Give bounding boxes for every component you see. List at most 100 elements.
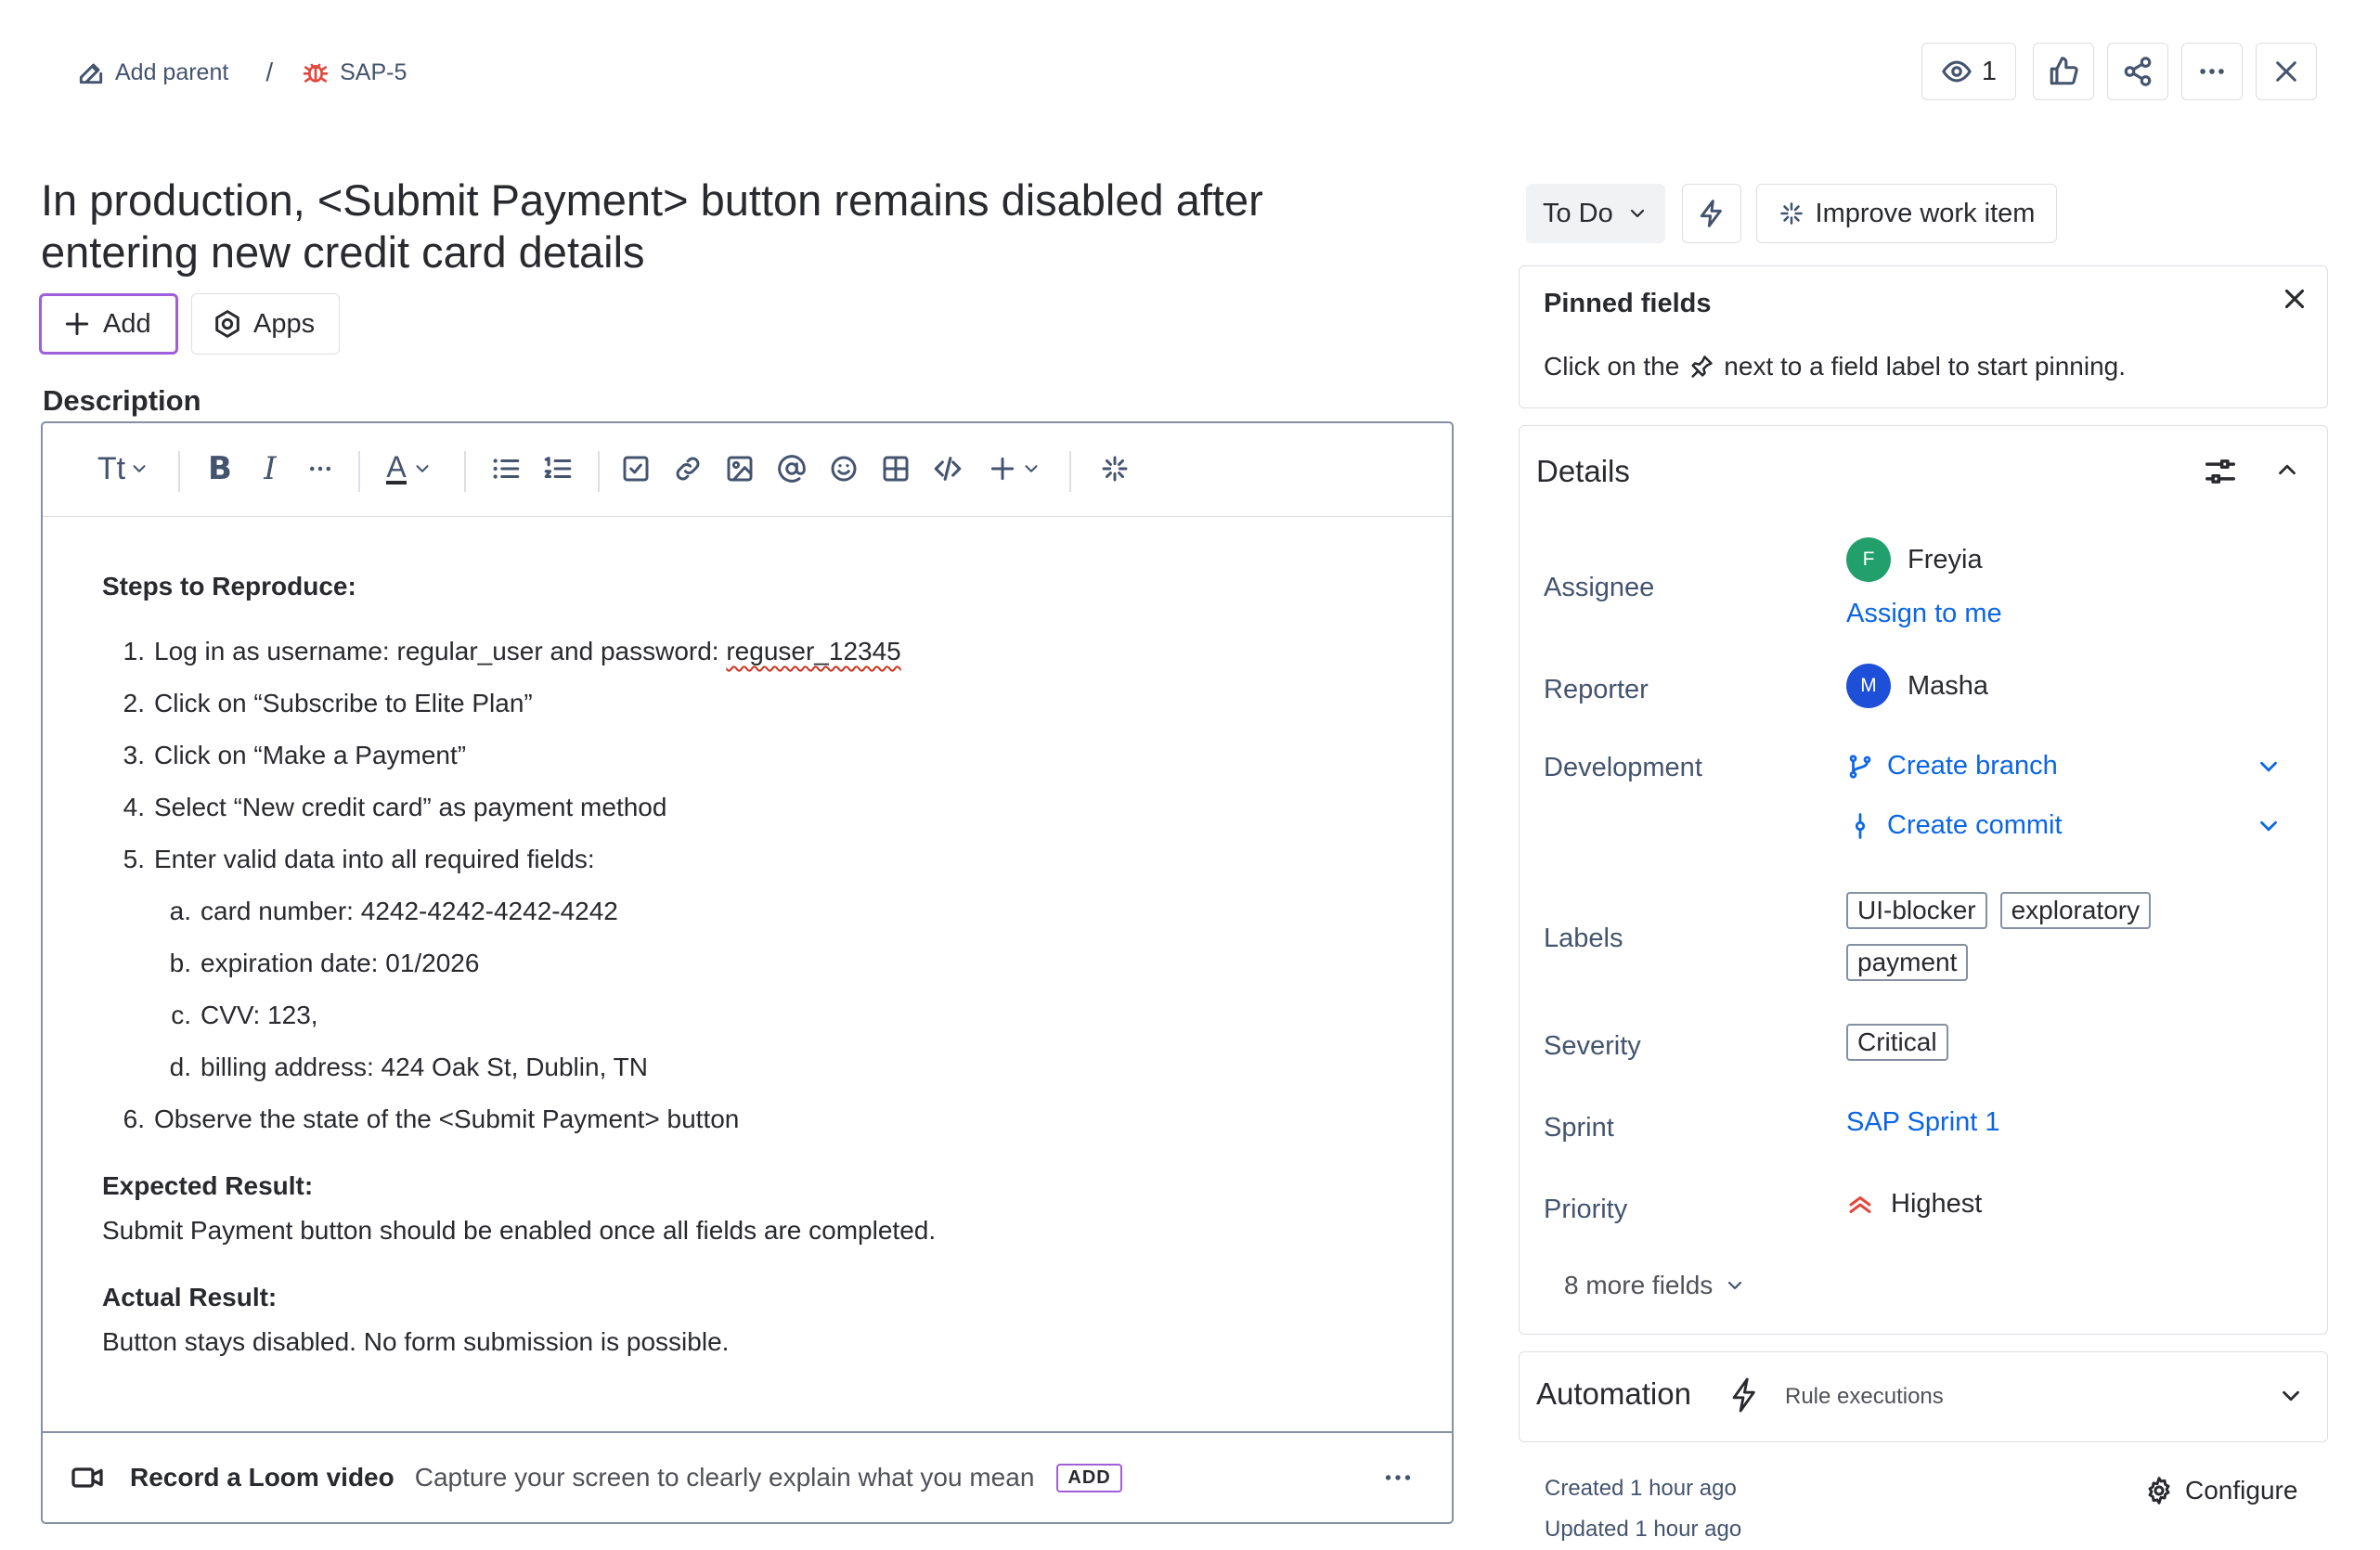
- improve-work-item-button[interactable]: Improve work item: [1756, 184, 2057, 243]
- configure-label: Configure: [2185, 1476, 2298, 1505]
- chevron-down-icon: [2255, 753, 2283, 781]
- watchers-button[interactable]: 1: [1921, 43, 2016, 100]
- loom-subtitle: Capture your screen to clearly explain w…: [414, 1463, 1035, 1492]
- apps-button-label: Apps: [253, 308, 316, 339]
- issue-key-link[interactable]: SAP-5: [301, 58, 407, 87]
- steps-heading: Steps to Reproduce:: [102, 572, 356, 601]
- automation-title: Automation: [1536, 1376, 1691, 1411]
- labels-value[interactable]: UI-blocker exploratory: [1846, 892, 2152, 929]
- branch-chevron[interactable]: [2255, 753, 2283, 781]
- more-fields-label: 8 more fields: [1564, 1271, 1714, 1299]
- avatar: F: [1846, 537, 1891, 582]
- priority-value[interactable]: Highest: [1846, 1189, 1982, 1220]
- chevron-down-icon: [1724, 1274, 1746, 1297]
- loom-add-badge[interactable]: ADD: [1056, 1463, 1122, 1492]
- reporter-label: Reporter: [1544, 675, 1649, 704]
- code-button[interactable]: [926, 447, 969, 490]
- issue-title[interactable]: In production, <Submit Payment> button r…: [41, 174, 1359, 278]
- plus-icon: [62, 309, 92, 339]
- code-icon: [932, 453, 964, 484]
- add-parent-link[interactable]: Add parent: [76, 58, 228, 87]
- action-item-button[interactable]: [614, 447, 657, 490]
- reporter-name: Masha: [1908, 670, 1989, 701]
- bold-button[interactable]: B: [199, 447, 241, 490]
- assignee-value[interactable]: F Freyia: [1846, 537, 1983, 582]
- ai-button[interactable]: [1093, 447, 1136, 490]
- chevron-down-icon: [2255, 812, 2283, 840]
- numbered-list-button[interactable]: [537, 447, 579, 490]
- image-button[interactable]: [718, 447, 761, 490]
- ellipsis-icon: [2196, 56, 2228, 87]
- collapse-details-button[interactable]: [2273, 456, 2301, 484]
- eye-icon: [1941, 56, 1973, 87]
- edit-icon: [76, 58, 106, 87]
- chevron-down-icon: [412, 459, 433, 479]
- close-button[interactable]: [2256, 43, 2317, 100]
- text-color-dropdown[interactable]: A: [377, 447, 442, 490]
- link-icon: [673, 454, 703, 484]
- status-dropdown[interactable]: To Do: [1526, 184, 1665, 243]
- improve-label: Improve work item: [1815, 198, 2036, 228]
- more-actions-button[interactable]: [2181, 43, 2243, 100]
- assign-to-me-link[interactable]: Assign to me: [1846, 599, 2002, 629]
- pinned-hint: Click on the next to a field label to st…: [1544, 352, 2127, 381]
- close-pinned-button[interactable]: [2279, 283, 2310, 315]
- chevron-down-icon: [1626, 202, 1649, 225]
- expand-automation-button[interactable]: [2277, 1382, 2305, 1410]
- like-button[interactable]: [2033, 43, 2094, 100]
- bold-icon: B: [208, 450, 232, 487]
- development-label: Development: [1544, 753, 1702, 782]
- numbered-list-icon: [542, 453, 574, 484]
- configure-fields-button[interactable]: [2203, 454, 2238, 489]
- add-parent-label: Add parent: [115, 58, 229, 85]
- add-button[interactable]: Add: [39, 293, 178, 355]
- more-fields-button[interactable]: 8 more fields: [1564, 1271, 1746, 1300]
- priority-highest-icon: [1846, 1191, 1874, 1219]
- apps-icon: [213, 309, 242, 339]
- label-tag[interactable]: UI-blocker: [1846, 892, 1987, 929]
- loom-more-icon[interactable]: [1381, 1461, 1415, 1494]
- more-formatting-button[interactable]: [299, 447, 342, 490]
- label-tag[interactable]: exploratory: [1999, 892, 2152, 929]
- plus-icon: [988, 454, 1017, 484]
- insert-dropdown[interactable]: [982, 447, 1047, 490]
- automation-panel[interactable]: Automation Rule executions: [1519, 1351, 2328, 1442]
- text-style-dropdown[interactable]: Tt: [91, 447, 156, 490]
- italic-button[interactable]: I: [249, 447, 291, 490]
- thumbs-up-icon: [2048, 56, 2079, 87]
- lightning-icon: [1697, 199, 1727, 228]
- create-commit-link[interactable]: Create commit: [1846, 810, 2063, 841]
- commit-chevron[interactable]: [2255, 812, 2283, 840]
- description-editor[interactable]: Tt B I A Steps to Reproduce: 1. Log in a…: [41, 421, 1454, 1524]
- apps-button[interactable]: Apps: [191, 293, 340, 355]
- labels-value-row2[interactable]: payment: [1846, 944, 1969, 981]
- mention-button[interactable]: [770, 447, 813, 490]
- label-tag[interactable]: payment: [1846, 944, 1969, 981]
- severity-value[interactable]: Critical: [1846, 1024, 1948, 1061]
- add-button-label: Add: [103, 308, 151, 339]
- reporter-value[interactable]: M Masha: [1846, 664, 1988, 708]
- table-button[interactable]: [874, 447, 917, 490]
- branch-icon: [1846, 753, 1874, 781]
- create-branch-link[interactable]: Create branch: [1846, 751, 2058, 781]
- sprint-link[interactable]: SAP Sprint 1: [1846, 1107, 2000, 1138]
- priority-label: Priority: [1544, 1195, 1628, 1224]
- severity-tag: Critical: [1846, 1024, 1948, 1061]
- bullet-list-button[interactable]: [485, 447, 527, 490]
- configure-button[interactable]: Configure: [2144, 1476, 2297, 1505]
- chevron-down-icon: [2277, 1382, 2305, 1410]
- close-icon: [2279, 283, 2310, 315]
- loom-bar[interactable]: Record a Loom video Capture your screen …: [43, 1431, 1452, 1522]
- commit-icon: [1846, 812, 1874, 840]
- image-icon: [725, 454, 755, 484]
- share-icon: [2122, 56, 2154, 87]
- sliders-icon: [2203, 454, 2238, 489]
- link-button[interactable]: [666, 447, 709, 490]
- automation-actions-button[interactable]: [1682, 184, 1741, 243]
- close-icon: [2271, 57, 2301, 86]
- bullet-list-icon: [490, 453, 522, 484]
- chevron-down-icon: [1021, 459, 1041, 479]
- pinned-title: Pinned fields: [1544, 289, 1712, 318]
- emoji-button[interactable]: [822, 447, 865, 490]
- share-button[interactable]: [2107, 43, 2168, 100]
